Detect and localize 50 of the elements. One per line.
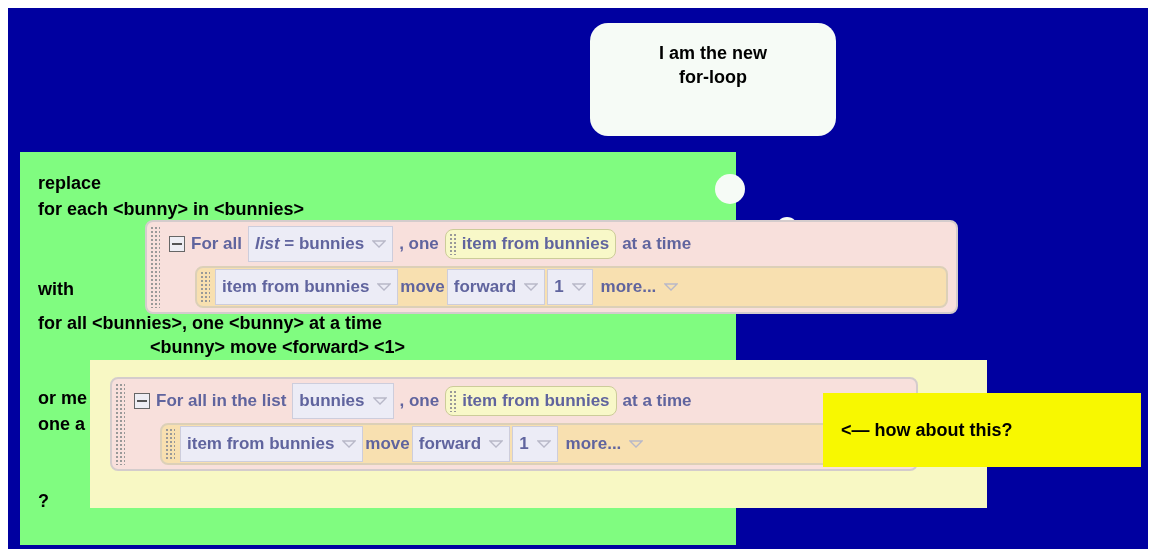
bubble-text: for-loop (679, 66, 747, 89)
note-text: <bunny> move <forward> <1> (150, 336, 406, 358)
caret-icon (489, 440, 504, 448)
more-menu[interactable]: more... (559, 430, 650, 458)
bubble-tail-dot (715, 174, 745, 204)
drag-handle[interactable] (150, 226, 160, 308)
caret-icon (571, 283, 586, 291)
drag-handle[interactable] (448, 233, 457, 255)
caret-icon (342, 440, 357, 448)
bubble-text: I am the new (659, 42, 767, 65)
caret-icon (372, 397, 387, 405)
caret-icon (629, 440, 644, 448)
collapse-icon[interactable] (134, 393, 150, 409)
note-text: with (38, 278, 74, 300)
collapse-icon[interactable] (169, 236, 185, 252)
dropdown[interactable]: item from bunnies (180, 426, 364, 462)
note-text: or me (38, 387, 88, 409)
note-text: for each <bunny> in <bunnies> (38, 198, 305, 220)
parameter-slot[interactable]: item from bunnies (444, 229, 617, 259)
block-label: at a time (622, 391, 692, 411)
block-label: , one (399, 391, 440, 411)
drag-handle[interactable] (165, 428, 175, 460)
note-text: for all <bunnies>, one <bunny> at a time (38, 312, 383, 334)
note-text: replace (38, 172, 102, 194)
dropdown[interactable]: forward (446, 269, 546, 305)
parameter-slot[interactable]: item from bunnies (445, 386, 617, 416)
block-label: For all (191, 234, 242, 254)
block-label: move (400, 277, 445, 297)
callout-note: <— how about this? (823, 393, 1141, 467)
more-menu[interactable]: more... (594, 273, 685, 301)
dropdown[interactable]: item from bunnies (215, 269, 399, 305)
block-label: move (365, 434, 410, 454)
dropdown[interactable]: list = bunnies (248, 226, 394, 262)
caret-icon (372, 240, 387, 248)
drag-handle[interactable] (200, 271, 210, 303)
dropdown[interactable]: 1 (512, 426, 558, 462)
block-label: at a time (622, 234, 692, 254)
dropdown[interactable]: 1 (547, 269, 593, 305)
caret-icon (536, 440, 551, 448)
block-label: , one (399, 234, 439, 254)
dropdown[interactable]: bunnies (292, 383, 394, 419)
drag-handle[interactable] (115, 383, 125, 465)
note-text: one a (38, 413, 85, 435)
block-label: For all in the list (156, 391, 287, 411)
dropdown[interactable]: forward (411, 426, 511, 462)
caret-icon (664, 283, 679, 291)
caret-icon (377, 283, 392, 291)
note-text: ? (38, 490, 49, 512)
drag-handle[interactable] (449, 390, 458, 412)
caret-icon (524, 283, 539, 291)
